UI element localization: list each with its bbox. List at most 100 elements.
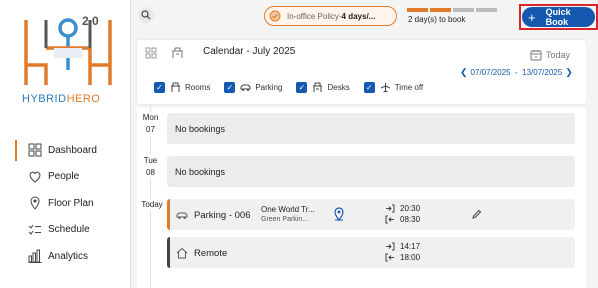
sidebar-item-label: Floor Plan: [48, 197, 94, 209]
sidebar-nav: Dashboard People Floor Plan Schedule Ana…: [0, 137, 131, 270]
grid-view-button[interactable]: [143, 45, 159, 61]
schedule-list: Mon 07 No bookings Tue 08 No bookings To…: [137, 108, 586, 288]
desk-view-icon: [171, 47, 183, 58]
filter-label: Rooms: [185, 83, 211, 92]
in-office-policy-badge[interactable]: In-office Policy- 4 days/...: [264, 6, 397, 26]
sidebar-item-dashboard[interactable]: Dashboard: [0, 137, 131, 164]
no-bookings-row: No bookings: [167, 156, 575, 187]
check-in-icon: [386, 204, 395, 213]
desk-icon: [313, 82, 323, 92]
desk-view-button[interactable]: [169, 45, 185, 61]
quick-book-label: Quick Book: [545, 7, 571, 27]
booking-type-filters: ✓ Rooms ✓ Parking ✓ Desks ✓ Time off: [154, 82, 437, 93]
no-bookings-row: No bookings: [167, 113, 575, 144]
sidebar-item-schedule[interactable]: Schedule: [0, 217, 131, 244]
scrollbar-track[interactable]: [586, 40, 598, 288]
car-icon: [240, 84, 251, 91]
booking-start-time: 20:30: [385, 204, 420, 213]
end-time-value: 08:30: [400, 215, 421, 224]
sidebar: 2.0 HYBRIDHERO Dashboard People Floor Pl…: [0, 0, 131, 288]
booking-sublocation: Green Parkin...: [261, 216, 309, 223]
booking-card-remote[interactable]: Remote 14:17 18:00: [167, 237, 575, 268]
car-icon: [176, 212, 188, 219]
sidebar-item-label: Schedule: [48, 224, 90, 236]
filter-parking[interactable]: ✓ Parking: [224, 82, 282, 93]
day-label-today: Today: [137, 199, 167, 211]
logo-wordmark: HYBRIDHERO: [22, 93, 100, 105]
day-of-week: Mon: [137, 112, 164, 124]
calendar-header-card: Calendar - July 2025 Today ❮ 07/07/2025 …: [137, 40, 586, 104]
logo-word-hybrid: HYBRID: [22, 93, 67, 105]
booking-end-time: 08:30: [385, 215, 420, 224]
check-out-icon: [385, 215, 394, 224]
booking-start-time: 14:17: [385, 242, 420, 251]
room-icon: [171, 82, 180, 92]
progress-segment: [476, 8, 497, 12]
day-label-tue: Tue 08: [137, 155, 164, 179]
people-icon: [28, 170, 42, 184]
calendar-title: Calendar - July 2025: [203, 46, 296, 57]
date-range-label: 07/07/2025 - 13/07/2025: [470, 68, 563, 77]
sidebar-item-analytics[interactable]: Analytics: [0, 243, 131, 270]
quick-book-button[interactable]: + Quick Book: [522, 7, 595, 27]
chevron-right-icon[interactable]: ❯: [565, 67, 573, 78]
logo-version: 2.0: [82, 14, 99, 28]
booking-end-time: 18:00: [385, 253, 420, 262]
analytics-icon: [28, 249, 42, 264]
booking-title: Remote: [194, 248, 228, 259]
check-circle-icon: [269, 10, 281, 22]
policy-prefix: In-office Policy-: [287, 11, 342, 21]
booking-progress-bar: [407, 8, 497, 12]
today-label: Today: [546, 50, 571, 60]
filter-time-off[interactable]: ✓ Time off: [363, 82, 424, 93]
sidebar-item-people[interactable]: People: [0, 164, 131, 191]
parking-checkbox[interactable]: ✓: [224, 82, 236, 93]
time-off-checkbox[interactable]: ✓: [363, 82, 375, 93]
booking-title: Parking - 006: [194, 210, 251, 221]
calendar-today-icon: [530, 50, 542, 61]
search-icon: [141, 10, 151, 20]
booking-location: One World Tr...: [261, 205, 315, 214]
check-out-icon: [385, 253, 394, 262]
logo-word-hero: HERO: [66, 93, 101, 105]
filter-label: Desks: [327, 83, 350, 92]
day-date: 08: [137, 167, 164, 179]
policy-value: 4 days/...: [341, 11, 376, 21]
start-time-value: 20:30: [400, 204, 421, 213]
sidebar-item-floor-plan[interactable]: Floor Plan: [0, 190, 131, 217]
day-date: 07: [137, 124, 164, 136]
schedule-icon: [28, 223, 42, 237]
date-range-navigator: ❮ 07/07/2025 - 13/07/2025 ❯: [460, 67, 573, 78]
progress-label: 2 day(s) to book: [408, 15, 466, 24]
chevron-left-icon[interactable]: ❮: [460, 67, 468, 78]
rooms-checkbox[interactable]: ✓: [154, 82, 165, 93]
end-time-value: 18:00: [400, 253, 421, 262]
filter-label: Parking: [255, 83, 283, 92]
day-label-mon: Mon 07: [137, 112, 164, 136]
booking-card-parking[interactable]: Parking - 006 One World Tr... Green Park…: [167, 199, 575, 230]
app-root: 2.0 HYBRIDHERO Dashboard People Floor Pl…: [0, 0, 598, 288]
location-pin-icon[interactable]: [333, 207, 345, 221]
progress-segment: [430, 8, 451, 12]
search-button[interactable]: [138, 7, 154, 23]
dashboard-icon: [28, 143, 42, 157]
progress-segment: [453, 8, 474, 12]
home-icon: [176, 247, 188, 259]
filter-rooms[interactable]: ✓ Rooms: [154, 82, 210, 93]
day-of-week: Tue: [137, 155, 164, 167]
sidebar-item-label: Dashboard: [48, 144, 97, 156]
desks-checkbox[interactable]: ✓: [296, 82, 308, 93]
edit-icon[interactable]: [471, 209, 482, 220]
plus-icon: +: [528, 9, 536, 25]
floor-plan-icon: [28, 196, 42, 211]
filter-label: Time off: [394, 83, 424, 92]
filter-desks[interactable]: ✓ Desks: [296, 82, 350, 93]
grid-view-icon: [145, 47, 157, 59]
today-button[interactable]: Today: [530, 49, 570, 61]
start-time-value: 14:17: [400, 242, 421, 251]
check-in-icon: [386, 242, 395, 251]
day-of-week: Today: [137, 199, 167, 211]
sidebar-item-label: Analytics: [48, 250, 89, 262]
sidebar-item-label: People: [48, 171, 80, 183]
plane-icon: [380, 83, 390, 93]
